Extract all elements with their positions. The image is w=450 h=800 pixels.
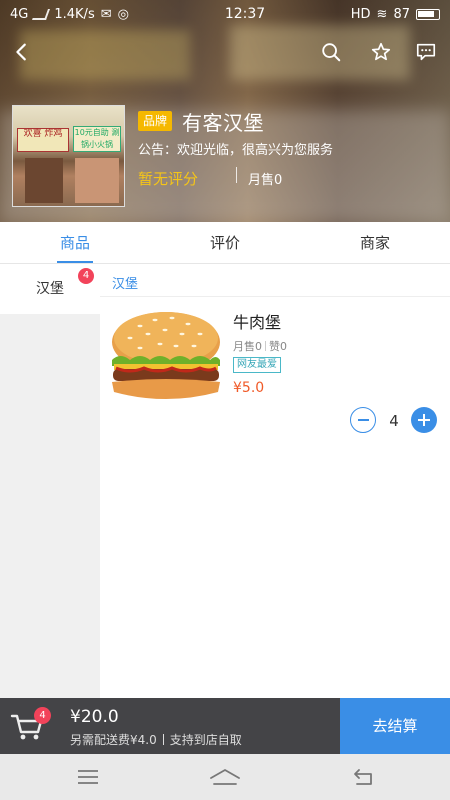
battery-icon (416, 8, 440, 20)
home-icon (210, 768, 240, 785)
minus-icon (357, 419, 369, 421)
shop-info: 欢喜 炸鸡 10元自助 涮锅小火锅 品牌 有客汉堡 公告：欢迎光临，很高兴为您服… (12, 105, 442, 210)
menu-icon (78, 770, 98, 784)
battery-level: 87 (393, 6, 410, 22)
product-likes: 赞0 (269, 340, 287, 353)
search-button[interactable] (313, 34, 349, 70)
brand-badge: 品牌 (138, 111, 173, 131)
tab-products[interactable]: 商品 (0, 222, 150, 263)
decrease-quantity-button[interactable] (350, 407, 376, 433)
cart-total: ¥20.0 (70, 707, 119, 727)
pickup-note: 支持到店自取 (169, 733, 242, 747)
product-image[interactable] (110, 304, 222, 406)
favorite-button[interactable] (363, 34, 399, 70)
product-list: 汉堡 牛肉堡 月售0 赞0 网友最爱 ¥5.0 4 (100, 264, 450, 698)
clock: 12:37 (224, 6, 266, 22)
tab-merchant[interactable]: 商家 (300, 222, 450, 263)
home-button[interactable] (205, 762, 245, 792)
search-icon (322, 43, 341, 62)
shop-tabs: 商品 评价 商家 (0, 222, 450, 264)
product-monthly-sales: 月售0 (233, 340, 262, 353)
product-quantity: 4 (389, 412, 399, 430)
category-label: 汉堡 (36, 281, 64, 297)
status-bar: 4G 1.4K/s ✉ ◎ 12:37 HD ≋ 87 (0, 0, 450, 28)
category-sidebar: 汉堡 4 (0, 264, 100, 698)
tab-reviews[interactable]: 评价 (150, 222, 300, 263)
product-name[interactable]: 牛肉堡 (233, 309, 281, 333)
shop-rating: 暂无评分 (138, 170, 199, 188)
back-arrow-icon (16, 43, 26, 61)
chat-bubble-icon (416, 43, 436, 61)
top-nav (0, 34, 450, 70)
message-icon: ✉ (100, 6, 112, 22)
back-button[interactable] (4, 34, 40, 70)
shop-photo-sign-left: 欢喜 炸鸡 (17, 128, 69, 152)
wifi-icon: ≋ (376, 6, 388, 22)
back-nav-button[interactable] (343, 762, 383, 792)
hd-label: HD (350, 6, 371, 22)
shop-header: 4G 1.4K/s ✉ ◎ 12:37 HD ≋ 87 欢喜 炸鸡 10元自助 … (0, 0, 450, 222)
shop-monthly-sales: 月售0 (248, 173, 283, 188)
category-count-badge: 4 (78, 268, 94, 284)
signal-icon (32, 8, 51, 20)
checkout-button[interactable]: 去结算 (340, 698, 450, 754)
category-item-burger[interactable]: 汉堡 4 (0, 264, 100, 314)
shop-photo[interactable]: 欢喜 炸鸡 10元自助 涮锅小火锅 (12, 105, 125, 207)
section-title: 汉堡 (112, 277, 139, 292)
star-icon (371, 42, 391, 61)
menu-button[interactable] (68, 762, 108, 792)
system-nav-bar (0, 754, 450, 800)
message-button[interactable] (408, 34, 444, 70)
shop-photo-sign-right: 10元自助 涮锅小火锅 (73, 126, 121, 152)
increase-quantity-button[interactable] (411, 407, 437, 433)
shop-notice: 公告：欢迎光临，很高兴为您服务 (138, 143, 334, 158)
cart-count-badge: 4 (34, 707, 51, 724)
wechat-icon: ◎ (117, 6, 129, 22)
product-price: ¥5.0 (233, 380, 265, 396)
network-label: 4G (10, 6, 29, 22)
shop-name: 有客汉堡 (182, 111, 264, 135)
delivery-fee: 另需配送费¥4.0 (70, 733, 157, 747)
network-speed: 1.4K/s (54, 6, 95, 22)
product-stats: 月售0 赞0 (233, 338, 287, 354)
return-icon (354, 769, 372, 785)
product-tag: 网友最爱 (233, 357, 281, 373)
cart-bar: 4 ¥20.0 另需配送费¥4.0 支持到店自取 去结算 (0, 698, 450, 754)
cart-subtext: 另需配送费¥4.0 支持到店自取 (70, 731, 242, 748)
